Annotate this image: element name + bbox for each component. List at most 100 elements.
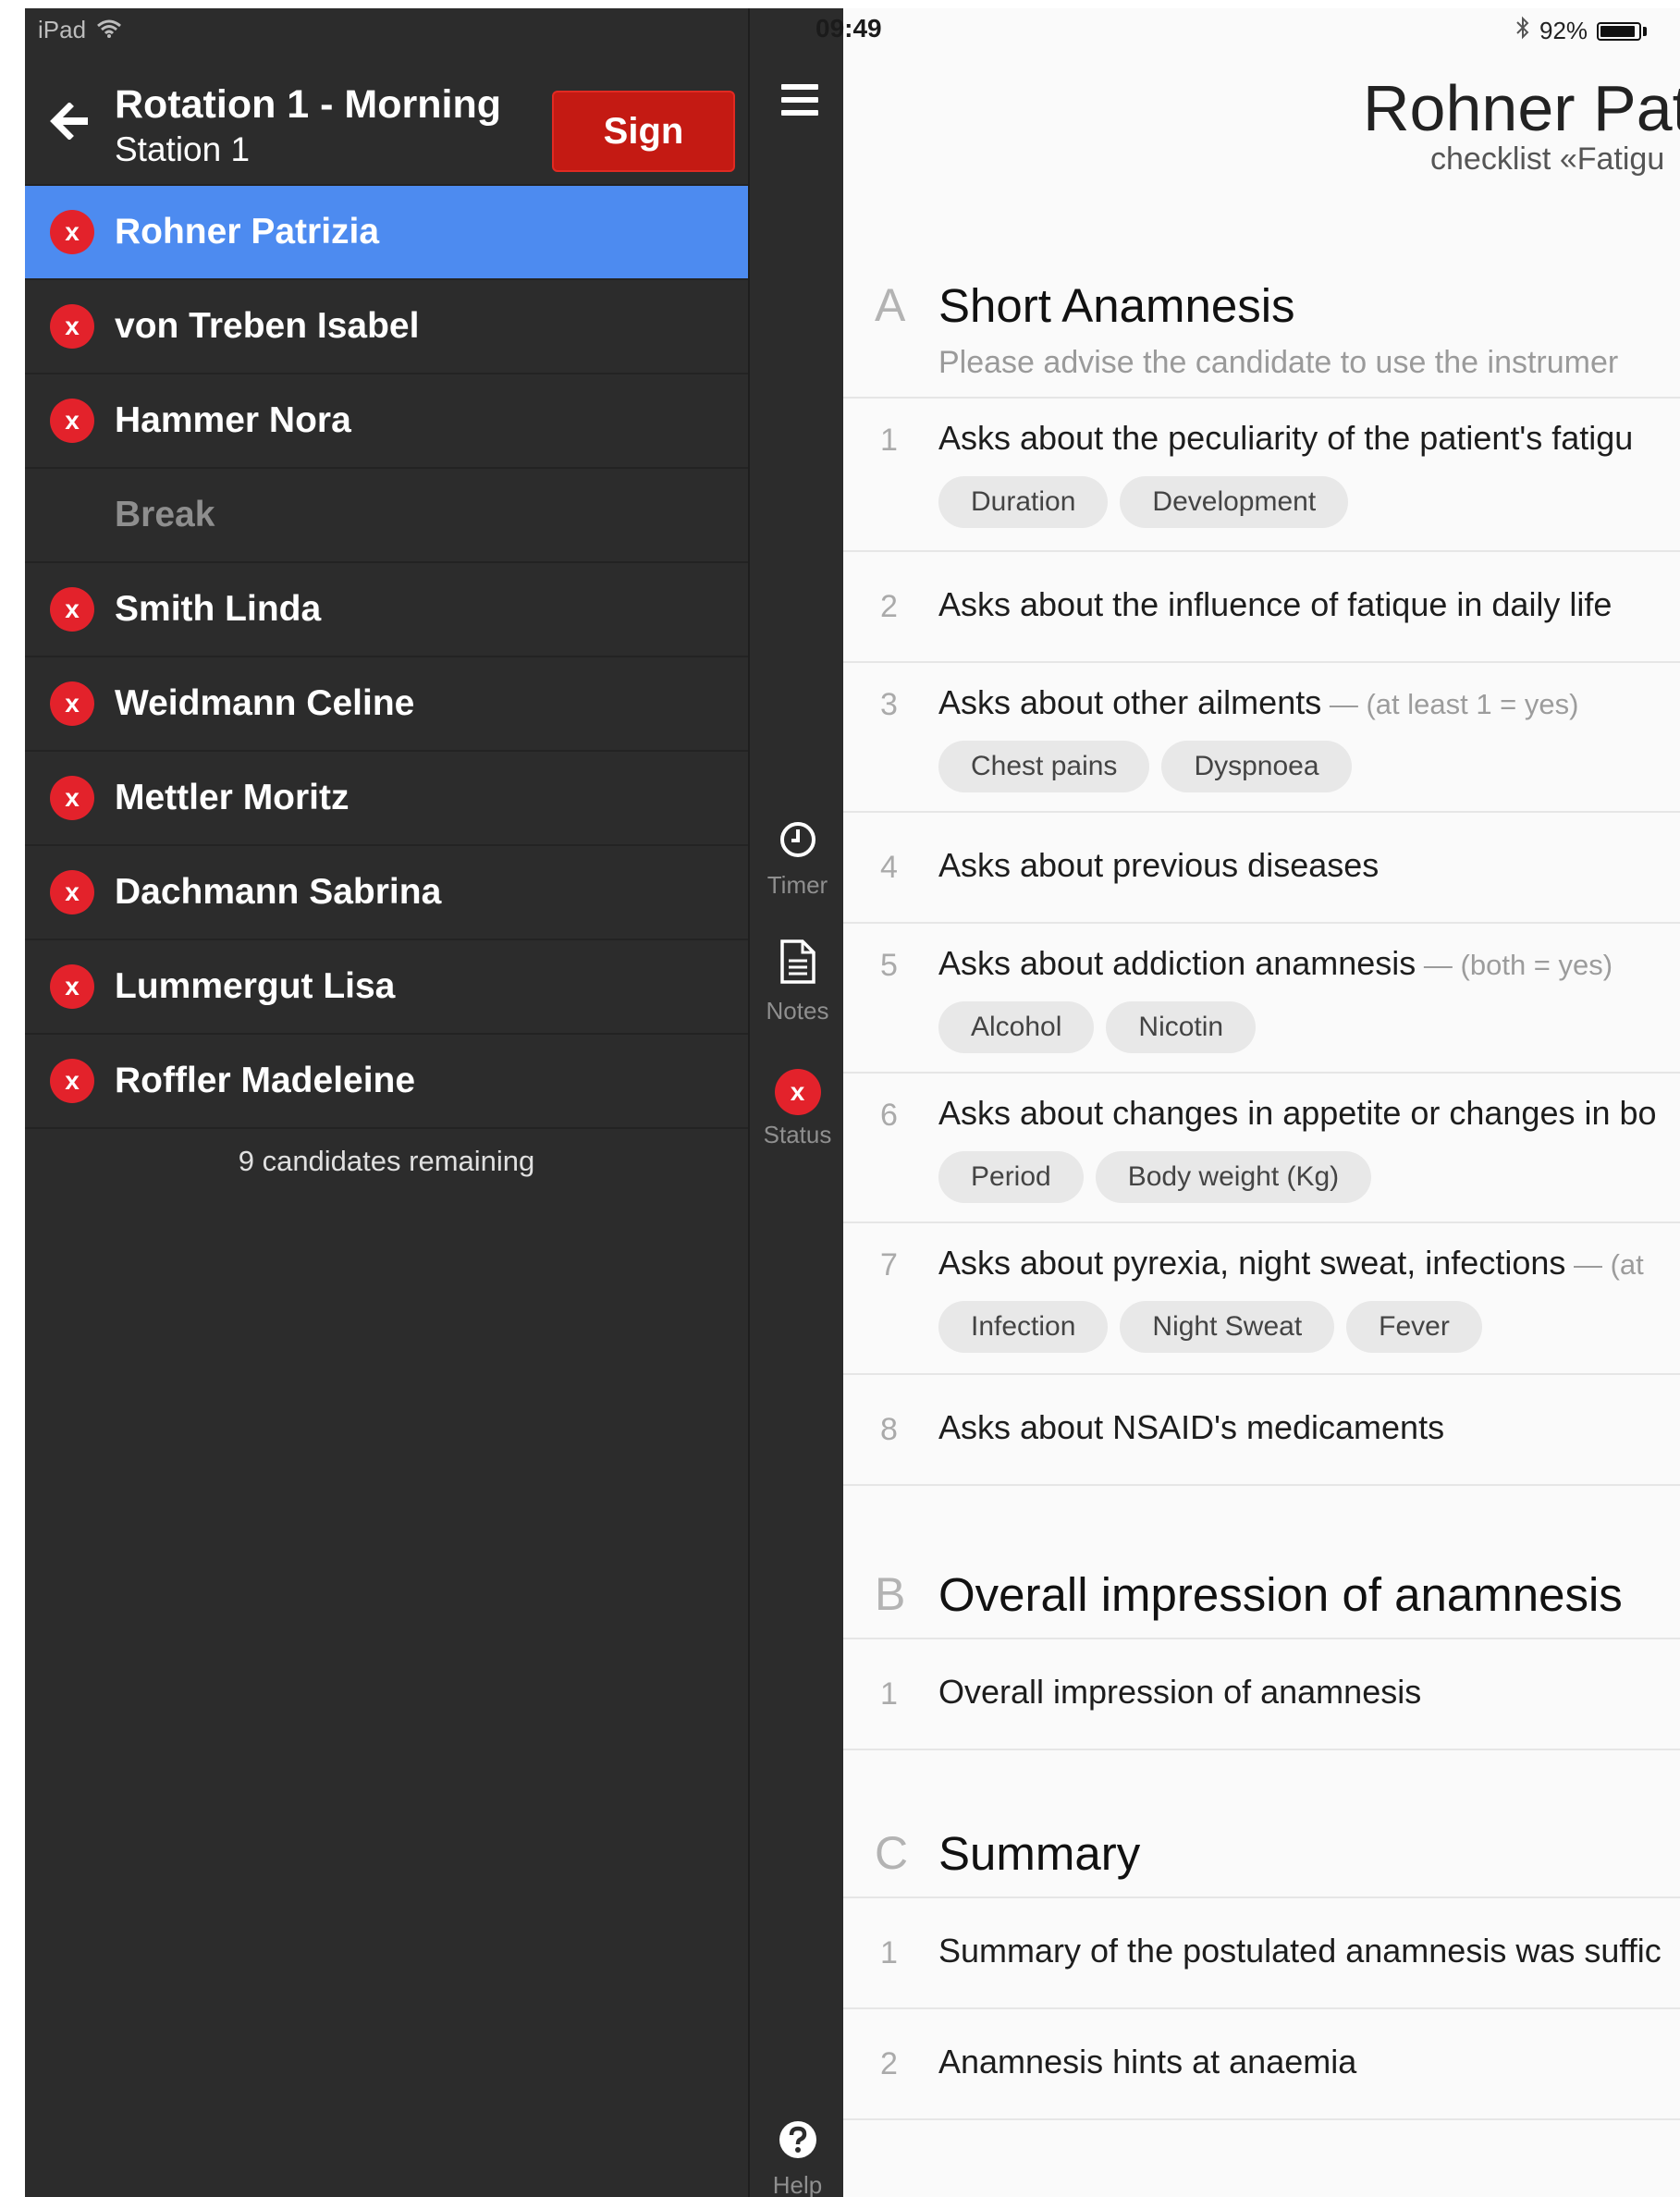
option-chip[interactable]: Night Sweat <box>1120 1301 1335 1353</box>
item-text: Asks about the peculiarity of the patien… <box>938 419 1633 458</box>
item-number: 8 <box>880 1412 898 1447</box>
checklist-item[interactable]: 8 Asks about NSAID's medicaments <box>843 1373 1680 1486</box>
candidate-name: Lummergut Lisa <box>115 966 396 1006</box>
option-chip[interactable]: Body weight (Kg) <box>1095 1151 1372 1203</box>
help-tool[interactable]: Help <box>750 2120 845 2197</box>
candidate-list: x Rohner Patrizia x von Treben Isabel x Hamme… <box>25 186 748 1129</box>
checklist-name: checklist «Fatigu <box>1430 141 1665 177</box>
section-header: B Overall impression of anamnesis <box>843 1549 1680 1639</box>
status-bar: iPad 09:49 92% <box>25 8 1680 47</box>
rotation-title: Rotation 1 - Morning <box>115 82 501 127</box>
candidates-remaining: 9 candidates remaining <box>238 1145 535 1177</box>
item-number: 2 <box>880 589 898 624</box>
candidate-row[interactable]: x von Treben Isabel <box>25 280 748 374</box>
checklist-item[interactable]: 1 Asks about the peculiarity of the patie… <box>843 397 1680 552</box>
sign-button[interactable]: Sign <box>552 91 735 172</box>
candidate-row[interactable]: x Hammer Nora <box>25 374 748 469</box>
checklist-item[interactable]: 2 Anamnesis hints at anaemia <box>843 2007 1680 2120</box>
checklist-item[interactable]: 7 Asks about pyrexia, night sweat, infect… <box>843 1221 1680 1375</box>
candidate-row[interactable]: x Mettler Moritz <box>25 752 748 846</box>
checklist-panel: Rohner Pat checklist «Fatigu A Short Anam… <box>843 8 1680 2197</box>
item-label: Asks about NSAID's medicaments <box>938 1408 1445 1446</box>
side-toolbar: Timer Notes x Status Help <box>748 8 843 2197</box>
item-chips: Infection Night Sweat Fever <box>938 1301 1482 1353</box>
item-label: Asks about changes in appetite or change… <box>938 1094 1657 1132</box>
option-chip[interactable]: Infection <box>938 1301 1109 1353</box>
notes-tool[interactable]: Notes <box>750 939 845 1025</box>
item-text: Asks about previous diseases <box>938 846 1379 885</box>
ipad-screen: iPad 09:49 92% Rotation 1 - Morning Stat… <box>25 8 1680 2197</box>
candidate-row[interactable]: x Weidmann Celine <box>25 657 748 752</box>
battery-percent: 92% <box>1539 17 1588 44</box>
checklist-item[interactable]: 3 Asks about other ailments — (at least 1… <box>843 661 1680 813</box>
timer-tool[interactable]: Timer <box>750 820 845 900</box>
station-subtitle: Station 1 <box>115 130 251 168</box>
candidate-row[interactable]: x Rohner Patrizia <box>25 186 748 280</box>
item-number: 5 <box>880 948 898 983</box>
section-header: C Summary <box>843 1811 1680 1898</box>
status-right: 92% <box>1515 16 1648 46</box>
item-number: 4 <box>880 850 898 885</box>
candidate-name: Weidmann Celine <box>115 683 415 723</box>
candidate-name: Dachmann Sabrina <box>115 872 442 912</box>
candidate-name: Break <box>115 495 215 534</box>
item-chips: Duration Development <box>938 476 1349 528</box>
option-chip[interactable]: Chest pains <box>938 741 1150 792</box>
candidate-row[interactable]: x Smith Linda <box>25 563 748 657</box>
candidate-row[interactable]: x Lummergut Lisa <box>25 940 748 1035</box>
checklist-item[interactable]: 1 Summary of the postulated anamnesis was… <box>843 1896 1680 2009</box>
item-chips: Alcohol Nicotin <box>938 1001 1257 1053</box>
checklist-item[interactable]: 1 Overall impression of anamnesis <box>843 1638 1680 1750</box>
section-instruction: Please advise the candidate to use the i… <box>938 345 1619 380</box>
section-title: Overall impression of anamnesis <box>938 1568 1623 1621</box>
item-number: 6 <box>880 1098 898 1133</box>
notes-label: Notes <box>766 997 829 1025</box>
section-header: A Short Anamnesis Please advise the candid… <box>843 267 1680 399</box>
candidate-name: Rohner Patrizia <box>115 212 380 252</box>
item-label: Overall impression of anamnesis <box>938 1673 1422 1711</box>
item-text: Asks about the influence of fatique in d… <box>938 585 1612 624</box>
status-left: iPad <box>38 16 122 44</box>
option-chip[interactable]: Duration <box>938 476 1109 528</box>
item-text: Asks about addiction anamnesis — (both =… <box>938 944 1613 983</box>
checklist-item[interactable]: 5 Asks about addiction anamnesis — (both … <box>843 922 1680 1074</box>
item-number: 1 <box>880 423 898 458</box>
back-arrow-icon[interactable] <box>49 102 92 141</box>
candidate-row[interactable]: x Dachmann Sabrina <box>25 846 748 940</box>
status-x-icon: x <box>774 1069 821 1115</box>
item-text: Overall impression of anamnesis <box>938 1673 1421 1712</box>
item-hint: — (both = yes) <box>1416 949 1613 981</box>
item-number: 7 <box>880 1247 898 1283</box>
candidate-name: Roffler Madeleine <box>115 1061 416 1100</box>
item-hint: — (at <box>1565 1248 1644 1281</box>
status-x-icon: x <box>50 1059 94 1103</box>
device-name: iPad <box>38 16 87 43</box>
option-chip[interactable]: Period <box>938 1151 1084 1203</box>
status-x-icon: x <box>50 399 94 443</box>
candidate-row[interactable]: x Roffler Madeleine <box>25 1035 748 1129</box>
candidate-name: Smith Linda <box>115 589 322 629</box>
break-row: Break <box>25 469 748 563</box>
item-number: 1 <box>880 1676 898 1712</box>
status-x-icon: x <box>50 210 94 254</box>
status-tool[interactable]: x Status <box>750 1069 845 1149</box>
option-chip[interactable]: Fever <box>1346 1301 1482 1353</box>
status-x-icon: x <box>50 304 94 349</box>
menu-icon[interactable] <box>781 84 818 116</box>
item-number: 1 <box>880 1935 898 1970</box>
wifi-icon <box>97 16 122 44</box>
section-letter: C <box>875 1827 909 1879</box>
option-chip[interactable]: Development <box>1120 476 1349 528</box>
timer-label: Timer <box>766 871 828 899</box>
option-chip[interactable]: Nicotin <box>1106 1001 1257 1053</box>
item-label: Asks about other ailments <box>938 683 1322 721</box>
checklist-item[interactable]: 4 Asks about previous diseases <box>843 811 1680 924</box>
checklist-item[interactable]: 6 Asks about changes in appetite or chang… <box>843 1072 1680 1223</box>
section-title: Short Anamnesis <box>938 279 1295 332</box>
checklist-item[interactable]: 2 Asks about the influence of fatique in … <box>843 550 1680 663</box>
item-label: Asks about previous diseases <box>938 846 1380 884</box>
option-chip[interactable]: Dyspnoea <box>1161 741 1352 792</box>
item-chips: Chest pains Dyspnoea <box>938 741 1352 792</box>
option-chip[interactable]: Alcohol <box>938 1001 1095 1053</box>
status-x-icon: x <box>50 776 94 820</box>
